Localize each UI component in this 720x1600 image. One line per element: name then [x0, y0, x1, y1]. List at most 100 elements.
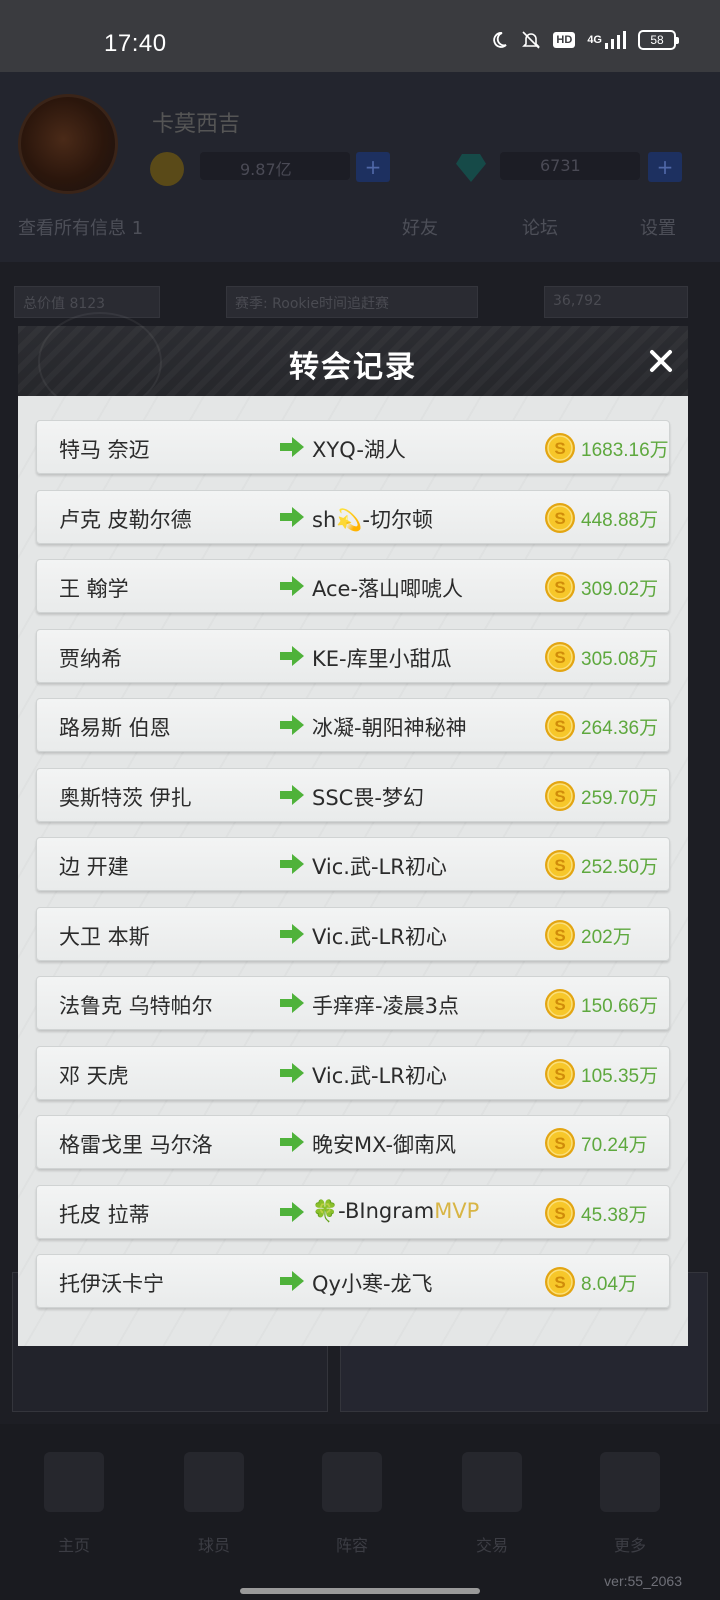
background-gems: 6731: [500, 152, 640, 180]
transfer-amount: 105.35万: [581, 1065, 659, 1087]
team-name: sh💫-切尔顿: [312, 504, 433, 534]
record-row: 边 开建 Vic.武-LR初心 S 252.50万: [36, 837, 670, 891]
record-row: 托伊沃卡宁 Qy小寒-龙飞 S 8.04万: [36, 1254, 670, 1308]
arrow-right-icon: [280, 923, 304, 944]
team-name: Vic.武-LR初心: [312, 921, 447, 951]
svg-text:S: S: [554, 1273, 565, 1292]
team-name-text: XYQ-湖人: [312, 438, 406, 462]
background-tab-icon: [184, 1452, 244, 1512]
background-tab-label: 更多: [613, 1536, 646, 1555]
background-tab-icon: [600, 1452, 660, 1512]
background-toolbar-info: 查看所有信息 1: [18, 218, 144, 239]
dialog-header: 转会记录: [18, 312, 688, 412]
team-name-text: Qy小寒-龙飞: [312, 1272, 433, 1296]
player-name: 大卫 本斯: [59, 924, 150, 949]
record-row: 奥斯特茨 伊扎 SSC畏-梦幻 S 259.70万: [36, 767, 670, 822]
background-coins: 9.87亿: [200, 152, 350, 180]
coin-icon: S: [545, 1267, 575, 1297]
team-name: 手痒痒-凌晨3点: [312, 990, 459, 1020]
record-list[interactable]: 特马 奈迈 XYQ-湖人 S 1683.16万 卢克 皮勒尔德 sh💫-切尔顿 …: [18, 396, 688, 1346]
svg-text:S: S: [554, 787, 565, 806]
svg-text:S: S: [554, 439, 565, 458]
svg-text:S: S: [554, 1204, 565, 1223]
svg-text:S: S: [554, 509, 565, 528]
record-row: 贾纳希 KE-库里小甜瓜 S 305.08万: [36, 628, 670, 683]
team-name-text: 🍀-BIngram: [312, 1198, 435, 1223]
svg-text:S: S: [554, 856, 565, 875]
arrow-right-icon: [280, 1271, 304, 1291]
arrow-right-icon: [280, 854, 304, 874]
record-row: 格雷戈里 马尔洛 晚安MX-御南风 S 70.24万: [36, 1115, 670, 1169]
team-name-mvp: MVP: [434, 1198, 480, 1223]
team-name-text: 晚安MX-御南风: [312, 1133, 457, 1157]
team-name: SSC畏-梦幻: [312, 782, 424, 812]
coin-icon: S: [545, 433, 575, 463]
player-name: 路易斯 伯恩: [59, 716, 171, 740]
transfer-amount: 70.24万: [581, 1135, 648, 1156]
close-button[interactable]: [642, 342, 680, 380]
arrow-right-icon: [280, 1062, 304, 1083]
record-row: 大卫 本斯 Vic.武-LR初心 S 202万: [36, 906, 670, 961]
transfer-amount: 8.04万: [581, 1274, 637, 1295]
background-header: 卡莫西吉 9.87亿 + 6731 + 查看所有信息 1 好友 论坛 设置: [0, 72, 720, 262]
player-name: 贾纳希: [59, 646, 122, 671]
svg-text:S: S: [554, 648, 565, 667]
background-tab-label: 主页: [57, 1536, 90, 1555]
avatar: [18, 94, 118, 194]
dialog-title: 转会记录: [289, 350, 417, 385]
record-row: 邓 天虎 Vic.武-LR初心 S 105.35万: [36, 1045, 670, 1100]
svg-text:S: S: [554, 1134, 565, 1153]
moon-icon: [489, 30, 509, 50]
status-icons: HD 4G 58: [489, 30, 679, 50]
svg-text:S: S: [554, 995, 565, 1014]
player-name: 奥斯特茨 伊扎: [59, 785, 192, 810]
team-name: Ace-落山唧唬人: [312, 573, 463, 603]
background-tab-icon: [462, 1452, 522, 1512]
team-name-text: 冰凝-朝阳神秘神: [312, 716, 467, 740]
close-icon: [650, 350, 672, 372]
transfer-amount: 305.08万: [581, 648, 659, 670]
player-name: 卢克 皮勒尔德: [59, 507, 192, 532]
coin-icon: S: [545, 572, 575, 602]
arrow-right-icon: [280, 715, 304, 735]
home-indicator[interactable]: [240, 1588, 480, 1594]
coin-icon: S: [545, 641, 575, 672]
hd-badge: HD: [553, 32, 576, 48]
player-name: 边 开建: [59, 855, 129, 879]
team-name-text: Ace-落山唧唬人: [312, 577, 464, 601]
transfer-amount: 45.38万: [581, 1204, 648, 1226]
team-name: Vic.武-LR初心: [312, 851, 447, 881]
team-name-text: SSC畏-梦幻: [312, 785, 424, 810]
team-name: Qy小寒-龙飞: [312, 1268, 433, 1298]
status-bar: 17:40 HD 4G 58: [0, 0, 720, 72]
coin-icon: S: [545, 1058, 575, 1089]
player-name: 王 翰学: [59, 577, 129, 601]
battery-icon: 58: [638, 30, 679, 50]
team-name-text: Vic.武-LR初心: [312, 855, 447, 879]
team-name-text: sh💫-切尔顿: [312, 507, 433, 532]
svg-text:S: S: [554, 578, 565, 597]
record-row: 路易斯 伯恩 冰凝-朝阳神秘神 S 264.36万: [36, 698, 670, 752]
svg-text:S: S: [554, 926, 565, 945]
arrow-right-icon: [280, 784, 304, 805]
record-row: 王 翰学 Ace-落山唧唬人 S 309.02万: [36, 559, 670, 613]
coin-icon: S: [545, 502, 575, 533]
signal-icon: 4G: [587, 30, 626, 50]
version-label: ver:55_2063: [604, 1573, 682, 1589]
player-name: 托伊沃卡宁: [59, 1272, 164, 1296]
transfer-amount: 448.88万: [581, 509, 659, 531]
status-time: 17:40: [104, 30, 167, 57]
arrow-right-icon: [280, 506, 304, 527]
background-toolbar-forum: 论坛: [522, 218, 558, 239]
transfer-amount: 264.36万: [581, 718, 659, 739]
background-user-name: 卡莫西吉: [152, 112, 241, 137]
team-name: Vic.武-LR初心: [312, 1060, 447, 1090]
coin-icon: S: [545, 711, 575, 741]
team-name-text: Vic.武-LR初心: [312, 924, 447, 949]
svg-text:S: S: [554, 717, 565, 736]
bell-muted-icon: [521, 30, 541, 50]
arrow-right-icon: [280, 1201, 304, 1222]
player-name: 托皮 拉蒂: [59, 1202, 150, 1227]
team-name-text: KE-库里小甜瓜: [312, 646, 452, 671]
player-name: 特马 奈迈: [59, 438, 150, 462]
